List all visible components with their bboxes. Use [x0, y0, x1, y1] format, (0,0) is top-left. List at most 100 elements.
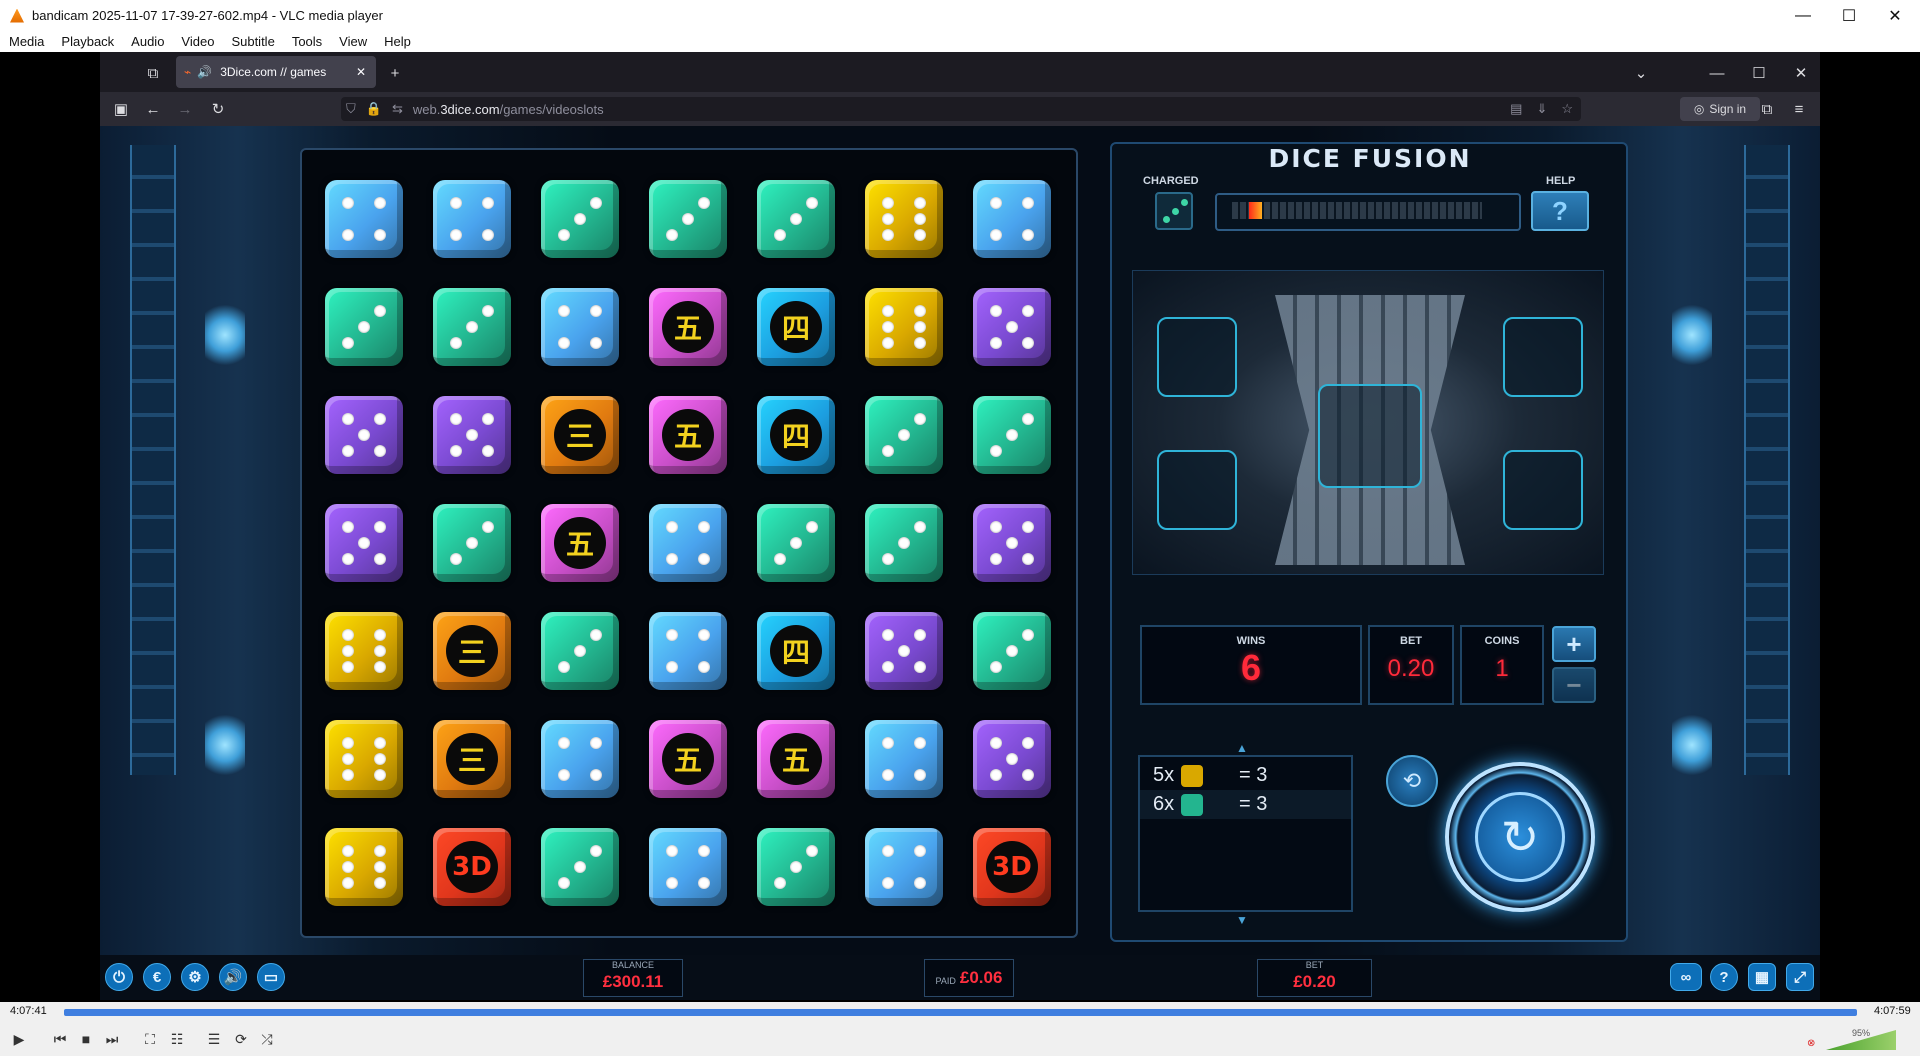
right-upper-light [1672, 300, 1712, 370]
loop-icon[interactable]: ⟳ [230, 1028, 252, 1050]
menu-playback[interactable]: Playback [61, 34, 114, 49]
reader-view-icon[interactable]: ▤ [1510, 101, 1522, 117]
autoplay-button[interactable]: ⟲ [1386, 755, 1438, 807]
vlc-menu-bar: Media Playback Audio Video Subtitle Tool… [0, 31, 1920, 52]
lock-icon[interactable]: 🔒 [366, 101, 382, 117]
screenshot-icon[interactable]: ▦ [1748, 963, 1776, 991]
maximize-button[interactable]: ☐ [1826, 0, 1872, 31]
wins-scroll-up-icon[interactable]: ▲ [1236, 741, 1248, 755]
menu-subtitle[interactable]: Subtitle [231, 34, 274, 49]
die-blue4 [649, 504, 727, 582]
die-teal3 [541, 828, 619, 906]
shield-icon[interactable]: ⛉ [346, 101, 356, 117]
browser-maximize-button[interactable]: ☐ [1748, 62, 1770, 84]
menu-video[interactable]: Video [181, 34, 214, 49]
die-teal3 [757, 180, 835, 258]
tab-audio-icon[interactable]: 🔊 [197, 65, 212, 79]
minimize-button[interactable]: — [1780, 0, 1826, 31]
die-gold6 [865, 180, 943, 258]
die-teal3 [541, 612, 619, 690]
currency-icon[interactable]: € [143, 963, 171, 991]
sign-in-button[interactable]: ◎ Sign in [1680, 97, 1760, 121]
bookmark-star-icon[interactable]: ☆ [1561, 101, 1573, 117]
browser-tab[interactable]: ⌁ 🔊 3Dice.com // games ✕ [176, 56, 376, 88]
die-red3d: 3D [433, 828, 511, 906]
die-blue4 [865, 828, 943, 906]
balance-label: BALANCE [611, 960, 655, 970]
save-to-pocket-icon[interactable]: ⇓ [1536, 101, 1547, 117]
die-teal3 [973, 396, 1051, 474]
menu-media[interactable]: Media [9, 34, 44, 49]
die-purple5 [973, 288, 1051, 366]
sound-icon[interactable]: 🔊 [219, 963, 247, 991]
die-purple5 [973, 720, 1051, 798]
new-tab-button[interactable]: + [384, 62, 406, 84]
bet-label: BET [1400, 635, 1422, 647]
fusion-slot-top-right [1503, 317, 1583, 397]
die-purple5 [325, 396, 403, 474]
die-orange3: 三 [541, 396, 619, 474]
win-line-row: 5x = 3 [1140, 761, 1351, 790]
browser-minimize-button[interactable]: — [1706, 62, 1728, 84]
charged-label: CHARGED [1143, 175, 1199, 187]
die-blue4 [325, 180, 403, 258]
die-face-glyph: 三 [446, 625, 498, 677]
permissions-icon[interactable]: ⇆ [392, 101, 403, 117]
settings-gear-icon[interactable]: ⚙ [181, 963, 209, 991]
next-icon[interactable]: ⏭ [101, 1028, 123, 1050]
fullscreen-icon[interactable]: ⤢ [1786, 963, 1814, 991]
wins-scroll-down-icon[interactable]: ▼ [1236, 913, 1248, 927]
question-icon[interactable]: ? [1710, 963, 1738, 991]
link-icon[interactable]: ∞ [1670, 963, 1702, 991]
power-icon[interactable]: ⏻ [105, 963, 133, 991]
reload-button[interactable]: ↻ [207, 98, 229, 120]
tab-close-icon[interactable]: ✕ [356, 65, 366, 79]
close-button[interactable]: ✕ [1872, 0, 1918, 31]
mute-indicator-icon[interactable]: ⊗ [1807, 1038, 1819, 1050]
charged-die [1155, 192, 1193, 230]
seek-bar[interactable] [64, 1009, 1857, 1016]
fullscreen-toggle-icon[interactable]: ⛶ [139, 1028, 161, 1050]
shuffle-icon[interactable]: ⤮ [256, 1028, 278, 1050]
die-purple5 [973, 504, 1051, 582]
playlist-icon[interactable]: ☰ [203, 1028, 225, 1050]
die-teal3 [865, 396, 943, 474]
die-purple5 [433, 396, 511, 474]
left-pillar [130, 145, 176, 775]
menu-audio[interactable]: Audio [131, 34, 164, 49]
spin-button[interactable]: ↻ [1445, 762, 1595, 912]
fusion-slot-top-left [1157, 317, 1237, 397]
menu-help[interactable]: Help [384, 34, 411, 49]
die-teal3 [865, 504, 943, 582]
app-menu-icon[interactable]: ≡ [1788, 98, 1810, 120]
history-icon[interactable]: ▭ [257, 963, 285, 991]
bottom-bet-value: £0.20 [1293, 972, 1336, 991]
stop-icon[interactable]: ■ [75, 1028, 97, 1050]
extensions-icon[interactable]: ⧉ [1756, 98, 1778, 120]
volume-level: 95% [1852, 1028, 1871, 1038]
tab-overflow-icon[interactable]: ⌄ [1630, 62, 1652, 84]
extended-settings-icon[interactable]: ☷ [166, 1028, 188, 1050]
url-path: /games/videoslots [499, 101, 604, 117]
forward-button[interactable]: → [174, 98, 196, 120]
win-line-count: 6x [1153, 793, 1175, 815]
die-teal3 [433, 288, 511, 366]
menu-view[interactable]: View [339, 34, 367, 49]
play-icon[interactable]: ▶ [8, 1028, 30, 1050]
back-button[interactable]: ← [142, 98, 164, 120]
sidebar-icon[interactable]: ▣ [110, 98, 132, 120]
balance-box: BALANCE £300.11 [583, 959, 683, 997]
tab-list-icon[interactable]: ⧉ [142, 62, 164, 84]
die-pink5: 五 [649, 396, 727, 474]
menu-tools[interactable]: Tools [292, 34, 322, 49]
die-face-glyph: 四 [770, 301, 822, 353]
help-button[interactable]: ? [1531, 191, 1589, 231]
die-face-glyph: 四 [770, 625, 822, 677]
browser-close-button[interactable]: ✕ [1790, 62, 1812, 84]
previous-icon[interactable]: ⏮ [49, 1028, 71, 1050]
url-bar[interactable]: ⛉ 🔒 ⇆ web. 3dice.com/games/videoslots ▤ ⇓… [341, 97, 1581, 121]
coins-minus-button[interactable]: − [1552, 667, 1596, 703]
wins-value: 6 [1240, 647, 1262, 688]
coins-plus-button[interactable]: + [1552, 626, 1596, 662]
die-blue4 [541, 720, 619, 798]
